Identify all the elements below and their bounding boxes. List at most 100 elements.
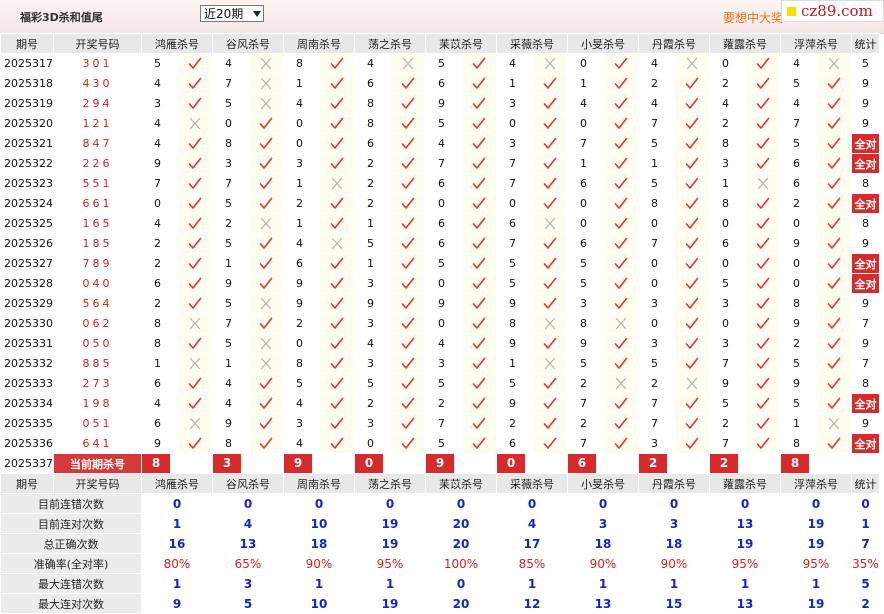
current-total-empty	[851, 453, 880, 474]
check-mark-icon	[674, 293, 710, 314]
check-mark-icon	[532, 393, 568, 414]
stats-total: 2	[851, 593, 880, 614]
check-mark-icon	[603, 413, 639, 434]
kill-pick-cell: 4	[212, 393, 249, 414]
current-kill-pick: 0	[354, 453, 426, 474]
check-mark-icon	[461, 133, 497, 154]
check-mark-icon	[461, 373, 497, 394]
col-header-expert: 周南杀号	[283, 473, 355, 494]
cross-mark-icon	[248, 213, 284, 234]
check-mark-icon	[248, 153, 284, 174]
kill-pick-cell: 3	[354, 313, 391, 334]
check-mark-icon	[177, 93, 213, 114]
stats-value: 95%	[780, 553, 852, 574]
check-mark-icon	[532, 413, 568, 434]
check-mark-icon	[603, 433, 639, 454]
col-header-expert: 浮萍杀号	[780, 33, 852, 54]
issue-cell: 2025325	[0, 213, 54, 234]
stats-row: 最大连对次数 9 5 10 19 20 12 13 15 13 19 2	[0, 593, 880, 614]
kill-pick-cell: 7	[638, 393, 675, 414]
site-logo[interactable]: cz89.com	[781, 0, 884, 22]
check-mark-icon	[390, 253, 426, 274]
check-mark-icon	[390, 313, 426, 334]
check-mark-icon	[603, 213, 639, 234]
stats-value: 19	[780, 513, 852, 534]
col-header-expert: 荡之杀号	[354, 473, 426, 494]
check-mark-icon	[674, 233, 710, 254]
total-correct-cell: 9	[851, 233, 880, 254]
stats-value: 95%	[709, 553, 781, 574]
stats-value: 20	[425, 513, 497, 534]
check-mark-icon	[248, 373, 284, 394]
total-correct-cell: 7	[851, 353, 880, 374]
cross-mark-icon	[674, 53, 710, 74]
stats-value: 15	[638, 593, 710, 614]
kill-pick-cell: 6	[425, 233, 462, 254]
col-header-total: 统计	[851, 33, 880, 54]
check-mark-icon	[532, 93, 568, 114]
current-issue-cell: 2025337	[0, 453, 54, 474]
check-mark-icon	[532, 333, 568, 354]
kill-pick-cell: 7	[709, 353, 746, 374]
kill-pick-cell: 7	[425, 413, 462, 434]
kill-pick-cell: 4	[212, 373, 249, 394]
kill-pick-cell: 4	[141, 133, 178, 154]
current-kill-badge: 2	[710, 454, 738, 473]
check-mark-icon	[816, 273, 852, 294]
kill-pick-cell: 5	[425, 53, 462, 74]
kill-pick-cell: 0	[780, 273, 817, 294]
stats-value: 0	[425, 573, 497, 594]
check-mark-icon	[461, 353, 497, 374]
check-mark-icon	[177, 173, 213, 194]
kill-pick-cell: 0	[638, 313, 675, 334]
kill-pick-cell: 1	[496, 73, 533, 94]
issue-cell: 2025335	[0, 413, 54, 434]
kill-pick-cell: 3	[354, 413, 391, 434]
check-mark-icon	[603, 53, 639, 74]
kill-pick-cell: 9	[141, 153, 178, 174]
check-mark-icon	[745, 53, 781, 74]
kill-pick-cell: 5	[780, 353, 817, 374]
check-mark-icon	[603, 393, 639, 414]
check-mark-icon	[461, 213, 497, 234]
all-correct-badge: 全对	[851, 393, 880, 414]
check-mark-icon	[745, 353, 781, 374]
check-mark-icon	[674, 253, 710, 274]
stats-row: 最大连错次数 1 3 1 1 0 1 1 1 1 1 5	[0, 573, 880, 594]
check-mark-icon	[461, 253, 497, 274]
check-mark-icon	[745, 93, 781, 114]
cross-mark-icon	[177, 353, 213, 374]
check-mark-icon	[461, 413, 497, 434]
check-mark-icon	[674, 433, 710, 454]
period-select[interactable]: 近20期	[200, 5, 264, 22]
kill-pick-cell: 2	[638, 73, 675, 94]
kill-pick-cell: 5	[496, 273, 533, 294]
kill-pick-cell: 2	[567, 373, 604, 394]
promo-link[interactable]: 要想中大奖	[723, 9, 783, 26]
kill-pick-cell: 5	[212, 333, 249, 354]
kill-pick-cell: 3	[638, 293, 675, 314]
kill-pick-cell: 8	[638, 193, 675, 214]
total-correct-cell: 8	[851, 173, 880, 194]
check-mark-icon	[816, 293, 852, 314]
stats-row: 准确率(全对率) 80% 65% 90% 95% 100% 85% 90% 90% 95% 95% 3…	[0, 553, 880, 574]
col-header-expert: 丹霞杀号	[638, 473, 710, 494]
col-header-expert: 鸿雁杀号	[141, 473, 213, 494]
check-mark-icon	[745, 233, 781, 254]
current-kill-badge: 9	[426, 454, 454, 473]
table-row: 2025327 789 2 1 6 1 5 5 5 0 0 0 全对	[0, 253, 880, 274]
kill-pick-cell: 0	[638, 253, 675, 274]
draw-number-cell: 564	[53, 293, 142, 314]
kill-pick-cell: 1	[567, 73, 604, 94]
check-mark-icon	[674, 113, 710, 134]
check-mark-icon	[745, 113, 781, 134]
col-header-expert: 蕹露杀号	[709, 473, 781, 494]
kill-pick-cell: 7	[567, 433, 604, 454]
current-kill-pick: 8	[141, 453, 213, 474]
kill-pick-cell: 8	[780, 293, 817, 314]
kill-pick-cell: 2	[141, 253, 178, 274]
kill-pick-cell: 2	[283, 313, 320, 334]
kill-pick-cell: 1	[780, 413, 817, 434]
check-mark-icon	[603, 173, 639, 194]
check-mark-icon	[461, 153, 497, 174]
